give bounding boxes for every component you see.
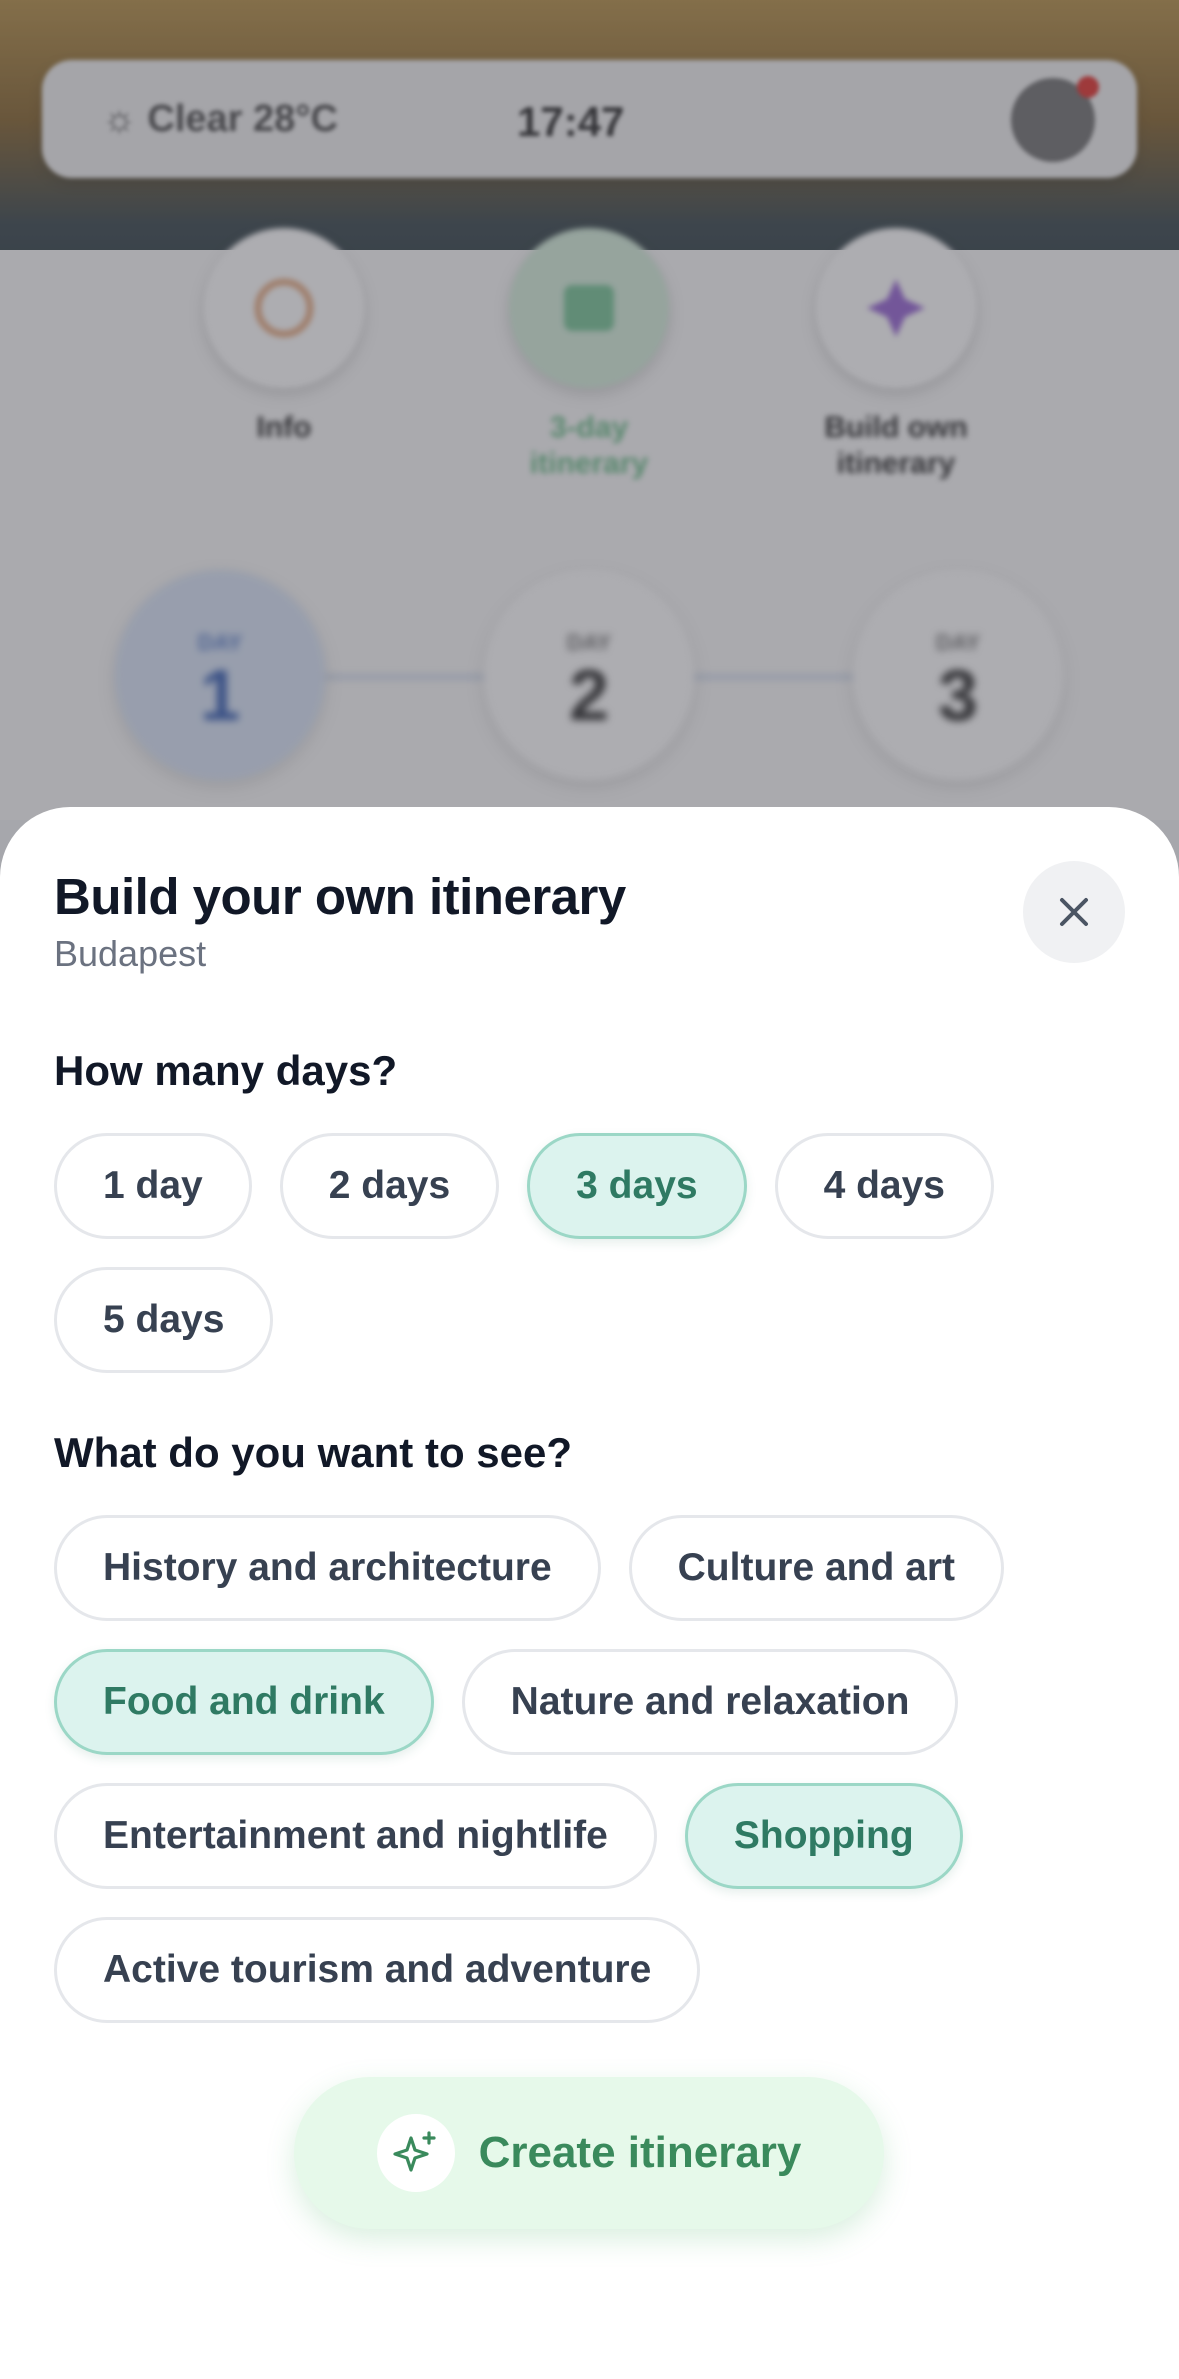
interest-option-chip[interactable]: Shopping [684,1783,963,1889]
create-itinerary-button[interactable]: Create itinerary [294,2077,884,2229]
sparkle-icon [376,2114,455,2192]
interest-option-chip[interactable]: Nature and relaxation [461,1649,959,1755]
close-icon [1060,898,1088,926]
interests-question: What do you want to see? [54,1429,573,1476]
day-option-chip[interactable]: 2 days [279,1133,500,1239]
interest-option-chip[interactable]: Entertainment and nightlife [54,1783,657,1889]
interest-option-chip[interactable]: History and architecture [54,1515,601,1621]
close-button[interactable] [1023,861,1125,963]
create-itinerary-label: Create itinerary [478,2128,802,2177]
day-options: 1 day 2 days 3 days 4 days 5 days [54,1133,1134,1373]
interest-option-chip[interactable]: Active tourism and adventure [54,1917,701,2023]
sheet-subtitle: Budapest [54,933,207,974]
day-option-chip[interactable]: 1 day [54,1133,252,1239]
sheet-title: Build your own itinerary [54,868,626,925]
day-option-chip[interactable]: 4 days [774,1133,994,1239]
interest-options: History and architecture Culture and art F… [54,1515,1134,2023]
day-option-chip[interactable]: 5 days [54,1267,274,1373]
itinerary-builder-sheet: Build your own itinerary Budapest How ma… [0,807,1179,2379]
day-option-chip[interactable]: 3 days [527,1133,747,1239]
interest-option-chip[interactable]: Food and drink [54,1649,434,1755]
interest-option-chip[interactable]: Culture and art [628,1515,1005,1621]
days-question: How many days? [54,1047,398,1094]
